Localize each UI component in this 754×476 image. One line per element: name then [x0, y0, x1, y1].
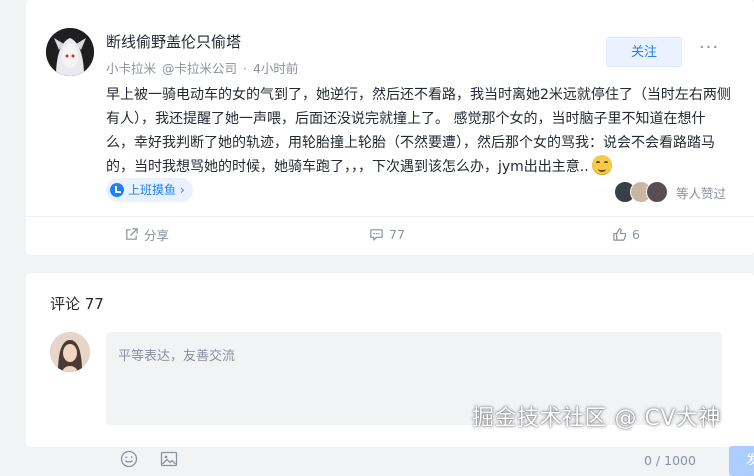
- meta-separator: ·: [243, 61, 247, 76]
- topic-tag[interactable]: 上班摸鱼 ›: [106, 178, 193, 202]
- comment-icon: [370, 228, 383, 241]
- follow-button[interactable]: 关注: [606, 37, 682, 67]
- post-content-text: 早上被一骑电动车的女的气到了，她逆行，然后还不看路，我当时离她2米远就停住了（当…: [106, 87, 731, 175]
- author-avatar[interactable]: [46, 28, 94, 76]
- like-count: 6: [632, 226, 640, 242]
- user-avatar[interactable]: [50, 332, 90, 372]
- share-label: 分享: [144, 227, 170, 243]
- send-button[interactable]: 发送: [729, 446, 754, 476]
- like-button[interactable]: 6: [612, 224, 640, 244]
- user-avatar-image: [50, 332, 90, 372]
- watermark: 掘金技术社区 @ CV大神: [472, 406, 721, 431]
- author-name[interactable]: 断线偷野盖伦只偷塔: [106, 31, 241, 52]
- likers[interactable]: 等人赞过: [614, 181, 726, 203]
- emoji-icon[interactable]: [120, 450, 138, 468]
- post-card: 断线偷野盖伦只偷塔 小卡拉米 @卡拉米公司 · 4小时前 关注 ··· 早上被一…: [26, 0, 754, 255]
- author-company: @卡拉米公司: [162, 61, 238, 76]
- image-icon[interactable]: [160, 450, 178, 468]
- liker-avatar: [646, 181, 668, 203]
- comment-input[interactable]: 平等表达，友善交流: [118, 345, 235, 364]
- post-time: 4小时前: [252, 61, 299, 76]
- divider: [26, 216, 754, 217]
- smile-emoji-icon: [591, 155, 612, 175]
- author-avatar-image: [46, 28, 94, 76]
- char-count: 0 / 1000: [644, 453, 696, 468]
- comment-count: 77: [389, 226, 405, 242]
- like-icon: [613, 227, 627, 241]
- author-meta: 小卡拉米 @卡拉米公司 · 4小时前: [106, 58, 300, 77]
- topic-icon: [110, 183, 124, 197]
- topic-tag-label: 上班摸鱼 ›: [128, 183, 185, 197]
- share-icon: [126, 227, 138, 240]
- likers-text: 等人赞过: [676, 185, 727, 201]
- author-title: 小卡拉米: [106, 61, 157, 76]
- post-content: 早上被一骑电动车的女的气到了，她逆行，然后还不看路，我当时离她2米远就停住了（当…: [106, 83, 731, 179]
- share-button[interactable]: 分享: [124, 224, 169, 244]
- comment-button[interactable]: 77: [369, 224, 405, 244]
- comment-title: 评论 77: [50, 295, 104, 313]
- more-icon[interactable]: ···: [696, 38, 722, 64]
